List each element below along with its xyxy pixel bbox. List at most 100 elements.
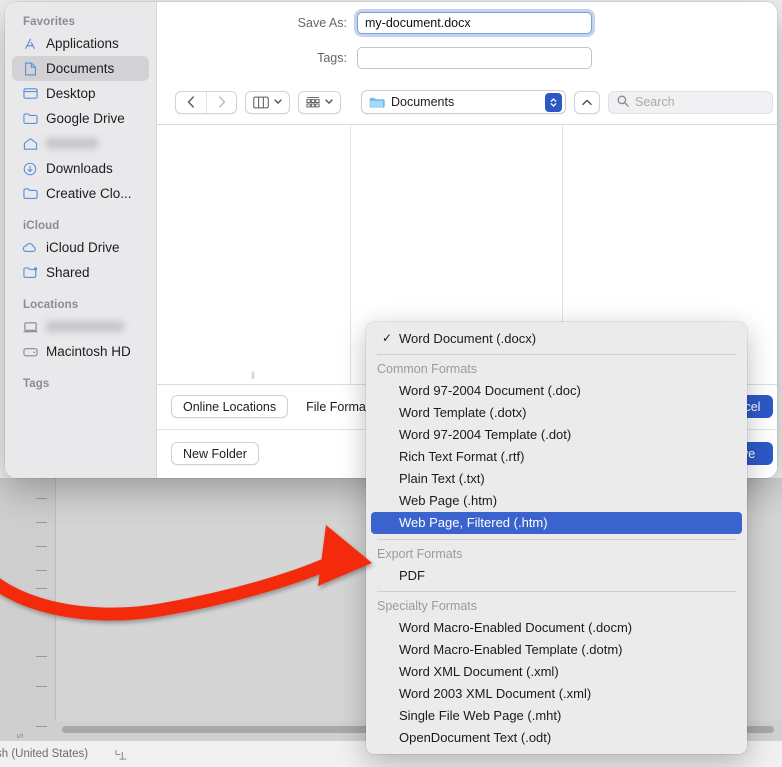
tags-label: Tags: [317, 51, 347, 65]
menu-item-word-document-docx[interactable]: ✓ Word Document (.docx) [371, 327, 742, 349]
language-status: sh (United States) [0, 748, 89, 760]
menu-item-rich-text-format[interactable]: Rich Text Format (.rtf) [371, 446, 742, 468]
menu-item-word-xml-document[interactable]: Word XML Document (.xml) [371, 661, 742, 683]
menu-separator [377, 591, 736, 592]
checkmark-icon: ✓ [382, 331, 393, 345]
sidebar-item-macintosh-hd[interactable]: Macintosh HD [12, 339, 149, 364]
sidebar-group-tags: Tags [5, 378, 156, 393]
ruler-label: 4 [16, 595, 25, 600]
search-icon [617, 95, 629, 110]
new-folder-button[interactable]: New Folder [171, 442, 259, 465]
sidebar-item-label: Creative Clo... [46, 186, 132, 201]
sidebar-item-label: iCloud Drive [46, 240, 120, 255]
folder-icon [369, 97, 385, 108]
downloads-icon [22, 161, 38, 177]
menu-item-word-2003-xml-document[interactable]: Word 2003 XML Document (.xml) [371, 683, 742, 705]
sidebar-item-label: Google Drive [46, 111, 125, 126]
sidebar-group-locations: Locations Macintosh HD [5, 299, 156, 364]
menu-item-single-file-web-page[interactable]: Single File Web Page (.mht) [371, 705, 742, 727]
cloud-icon [22, 240, 38, 256]
vertical-ruler: 4 5 [0, 478, 55, 740]
sidebar-header-icloud: iCloud [23, 220, 60, 232]
back-forward-segment[interactable] [175, 90, 237, 114]
view-mode-button[interactable] [245, 90, 290, 114]
layout-icon[interactable] [114, 748, 127, 761]
sidebar-item-label-redacted [46, 138, 98, 149]
menu-item-opendocument-text[interactable]: OpenDocument Text (.odt) [371, 727, 742, 749]
sidebar-item-label: Shared [46, 265, 90, 280]
shared-folder-icon [22, 265, 38, 281]
screen: 4 5 sh (United States) Favorites Applica… [0, 0, 782, 767]
sidebar-header-locations: Locations [23, 299, 79, 311]
online-locations-button[interactable]: Online Locations [171, 395, 289, 418]
sidebar-item-home[interactable] [12, 131, 149, 156]
file-format-menu[interactable]: ✓ Word Document (.docx) Common Formats W… [366, 322, 747, 754]
desktop-icon [22, 86, 38, 102]
save-as-input[interactable]: my-document.docx [357, 12, 592, 34]
save-as-row: Save As: my-document.docx [265, 12, 592, 34]
folder-icon [22, 186, 38, 202]
menu-separator [377, 538, 736, 539]
laptop-icon [22, 319, 38, 335]
finder-navbar: Documents Search [157, 80, 777, 124]
sidebar-item-label: Documents [46, 61, 115, 76]
menu-item-plain-text[interactable]: Plain Text (.txt) [371, 468, 742, 490]
menu-header-common-formats: Common Formats [377, 362, 478, 376]
menu-header-export-formats: Export Formats [377, 546, 463, 561]
sidebar-item-label: Applications [46, 36, 119, 51]
search-input[interactable]: Search [608, 90, 773, 114]
sidebar-item-downloads[interactable]: Downloads [12, 156, 149, 181]
sidebar-item-label: Macintosh HD [46, 344, 131, 359]
menu-item-word-macro-enabled-document[interactable]: Word Macro-Enabled Document (.docm) [371, 617, 742, 639]
harddisk-icon [22, 344, 38, 360]
save-as-label: Save As: [297, 16, 347, 30]
sidebar-item-label: Downloads [46, 161, 113, 176]
sidebar-item-label: Desktop [46, 86, 96, 101]
sidebar-group-favorites: Favorites Applications Documents Desktop… [5, 16, 156, 206]
sidebar: Favorites Applications Documents Desktop… [5, 2, 157, 478]
search-placeholder: Search [635, 95, 675, 109]
forward-button[interactable] [206, 91, 236, 113]
sidebar-item-this-mac[interactable] [12, 314, 149, 339]
folder-icon [22, 111, 38, 127]
menu-item-web-page[interactable]: Web Page (.htm) [371, 490, 742, 512]
menu-header-specialty-formats: Specialty Formats [377, 599, 478, 613]
sidebar-header-favorites: Favorites [23, 16, 76, 28]
sidebar-item-documents[interactable]: Documents [12, 56, 149, 81]
document-icon [22, 61, 38, 77]
menu-item-word-97-2004-template[interactable]: Word 97-2004 Template (.dot) [371, 424, 742, 446]
save-fields: Save As: my-document.docx Tags: [157, 2, 777, 80]
file-format-button[interactable]: File Format [306, 395, 370, 418]
menu-item-web-page-filtered[interactable]: Web Page, Filtered (.htm) [371, 511, 742, 534]
path-stepper-icon[interactable] [545, 92, 562, 112]
sidebar-item-creative-cloud[interactable]: Creative Clo... [12, 181, 149, 206]
menu-item-label: Word Document (.docx) [399, 330, 537, 346]
back-button[interactable] [176, 92, 206, 113]
path-label: Documents [391, 95, 455, 109]
path-popup-button[interactable]: Documents [361, 90, 566, 114]
home-icon [22, 136, 38, 152]
menu-item-word-macro-enabled-template[interactable]: Word Macro-Enabled Template (.dotm) [371, 639, 742, 661]
sidebar-group-icloud: iCloud iCloud Drive Shared [5, 220, 156, 285]
sidebar-item-label-redacted [46, 321, 124, 332]
ruler-label: 5 [16, 733, 25, 738]
sidebar-item-desktop[interactable]: Desktop [12, 81, 149, 106]
bottom-row-primary: Online Locations File Format [171, 395, 370, 418]
tags-row: Tags: [265, 47, 592, 69]
group-by-button[interactable] [298, 90, 341, 114]
menu-separator [377, 354, 736, 355]
enclosing-folder-button[interactable] [574, 90, 600, 114]
sidebar-item-google-drive[interactable]: Google Drive [12, 106, 149, 131]
menu-item-pdf[interactable]: PDF [371, 564, 742, 586]
column-resize-handle[interactable]: ‖ [251, 371, 256, 382]
sidebar-item-icloud-drive[interactable]: iCloud Drive [12, 235, 149, 260]
menu-item-word-97-2004-document[interactable]: Word 97-2004 Document (.doc) [371, 380, 742, 402]
sidebar-item-applications[interactable]: Applications [12, 31, 149, 56]
browser-column-1[interactable]: ‖ [157, 125, 351, 384]
applications-icon [22, 36, 38, 52]
bottom-row-secondary: New Folder [171, 442, 259, 465]
tags-input[interactable] [357, 47, 592, 69]
sidebar-item-shared[interactable]: Shared [12, 260, 149, 285]
menu-item-word-template-dotx[interactable]: Word Template (.dotx) [371, 402, 742, 424]
sidebar-header-tags: Tags [23, 378, 50, 390]
